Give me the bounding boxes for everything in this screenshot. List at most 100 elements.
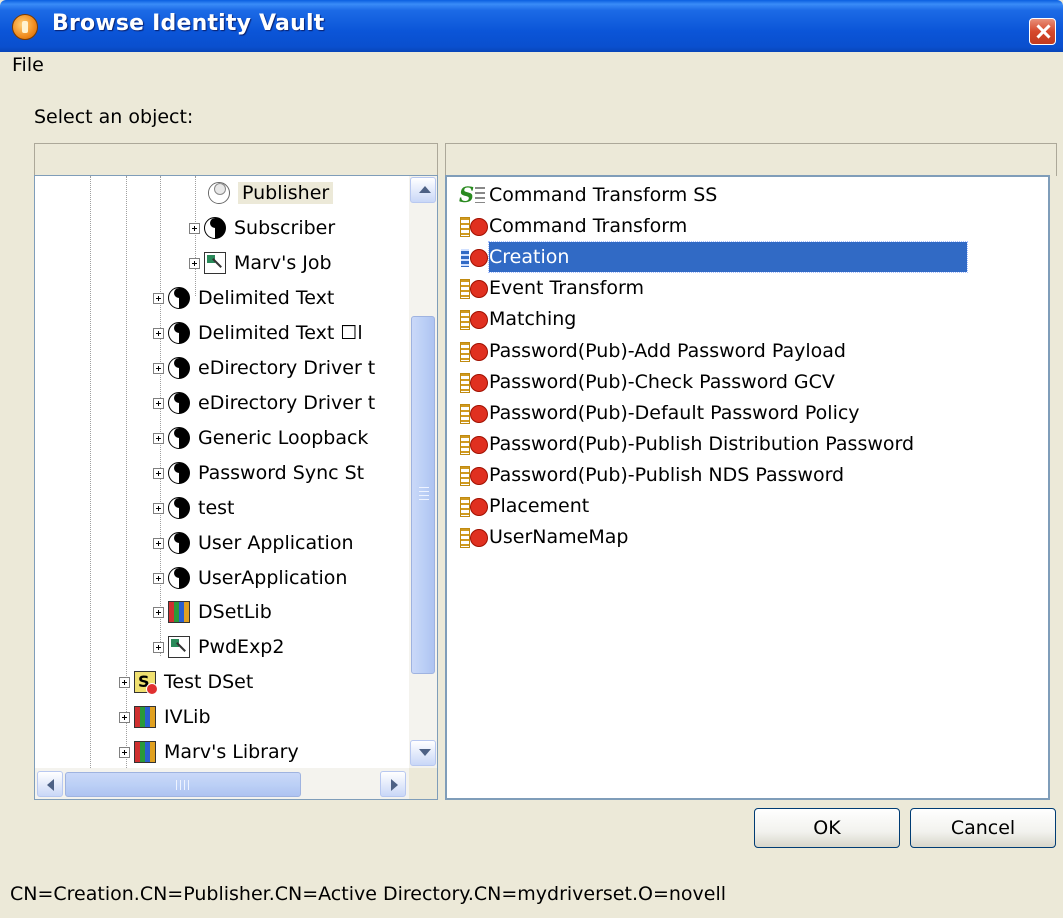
list-item-label: Password(Pub)-Publish Distribution Passw… [489,433,915,455]
expand-icon[interactable] [153,537,164,549]
tree-item-label: Delimited Text ☐l [198,322,363,344]
expand-icon[interactable] [119,676,130,688]
list-item-label: UserNameMap [489,526,629,548]
expand-icon[interactable] [153,467,164,479]
list-item-password-check-gcv[interactable]: Password(Pub)-Check Password GCV [459,367,839,397]
menu-bar: File [0,52,1063,80]
list-item-usernamemap[interactable]: UserNameMap [459,522,632,552]
expand-icon[interactable] [153,362,164,374]
tree-item-test-dset[interactable]: Test DSet [119,666,253,698]
list-item-matching[interactable]: Matching [459,304,580,334]
tree-item-delimited-text[interactable]: Delimited Text [153,282,334,314]
scroll-down-button[interactable] [410,740,436,766]
job-icon [204,252,226,274]
tree-item-marvs-library[interactable]: Marv's Library [119,736,299,768]
tree-view: Publisher Subscriber Marv's Job Delimite… [35,176,409,768]
list-item-event-transform[interactable]: Event Transform [459,273,648,303]
tree-item-label: Marv's Job [234,252,332,274]
expand-icon[interactable] [153,292,164,304]
app-icon [12,14,38,40]
list-item-label: Password(Pub)-Default Password Policy [489,402,860,424]
expand-icon[interactable] [153,606,164,618]
tree-item-generic-loopback[interactable]: Generic Loopback [153,422,368,454]
tree-item-ivlib[interactable]: IVLib [119,701,211,733]
list-item-label: Command Transform [489,215,688,237]
list-item-placement[interactable]: Placement [459,491,593,521]
tree-item-label: Password Sync St [198,462,365,484]
tree-item-label: Test DSet [164,671,254,693]
tree-item-dsetlib[interactable]: DSetLib [153,596,272,628]
library-icon [134,706,156,728]
close-button[interactable] [1029,18,1056,45]
policy-icon [459,526,488,548]
list-item-label: Password(Pub)-Add Password Payload [489,340,846,362]
job-icon [168,636,190,658]
policy-icon [459,371,488,393]
list-item-label: Placement [489,495,590,517]
list-item-creation[interactable]: Creation [459,241,968,273]
tree-item-publisher[interactable]: Publisher [193,177,334,209]
list-item-label: Creation [488,241,968,273]
tree-item-test[interactable]: test [153,492,235,524]
expand-icon[interactable] [153,572,164,584]
list-item-label: Password(Pub)-Publish NDS Password [489,464,845,486]
browse-identity-vault-dialog: Browse Identity Vault File Select an obj… [0,0,1063,918]
expand-icon[interactable] [119,711,130,723]
list-item-password-publish-nds[interactable]: Password(Pub)-Publish NDS Password [459,460,848,490]
yin-yang-icon [168,392,190,414]
expand-icon[interactable] [153,327,164,339]
policy-icon [459,464,488,486]
expand-icon[interactable] [189,222,200,234]
list-item-password-publish-distribution[interactable]: Password(Pub)-Publish Distribution Passw… [459,429,918,459]
list-item-command-transform[interactable]: Command Transform [459,211,691,241]
menu-file[interactable]: File [12,54,44,76]
scroll-left-button[interactable] [37,771,63,797]
select-object-label: Select an object: [34,106,194,128]
expand-icon[interactable] [153,397,164,409]
list-item-password-add-payload[interactable]: Password(Pub)-Add Password Payload [459,336,850,366]
list-item-command-transform-ss[interactable]: Command Transform SS [459,180,721,210]
policy-icon [459,246,488,268]
list-header [445,143,1057,176]
tree-item-label: IVLib [164,706,211,728]
cancel-button[interactable]: Cancel [910,808,1056,848]
yin-yang-icon [204,217,226,239]
tree-item-edirectory-driver-2[interactable]: eDirectory Driver t [153,387,375,419]
yin-yang-icon [168,287,190,309]
yin-yang-icon [168,322,190,344]
tree-item-label: PwdExp2 [198,636,285,658]
driver-set-icon [134,671,158,695]
list-item-label: Event Transform [489,277,644,299]
title-bar[interactable]: Browse Identity Vault [0,0,1063,52]
expand-icon[interactable] [153,502,164,514]
library-icon [168,601,190,623]
tree-item-subscriber[interactable]: Subscriber [189,212,335,244]
tree-item-edirectory-driver-1[interactable]: eDirectory Driver t [153,352,375,384]
tree-item-label: User Application [198,532,354,554]
tree-item-label: DSetLib [198,601,272,623]
list-item-password-default-policy[interactable]: Password(Pub)-Default Password Policy [459,398,864,428]
tree-item-user-application[interactable]: User Application [153,527,354,559]
policy-icon [459,215,488,237]
scroll-right-button[interactable] [380,771,406,797]
tree-item-password-sync[interactable]: Password Sync St [153,457,364,489]
horizontal-scroll-thumb[interactable] [65,772,301,797]
tree-item-pwdexp2[interactable]: PwdExp2 [153,631,284,663]
tree-item-marvs-job[interactable]: Marv's Job [189,247,332,279]
expand-icon[interactable] [189,257,200,269]
status-bar: CN=Creation.CN=Publisher.CN=Active Direc… [0,866,1063,918]
yin-yang-icon [168,532,190,554]
ok-button[interactable]: OK [754,808,900,848]
tree-header [34,143,438,176]
yin-yang-icon [168,462,190,484]
expand-icon[interactable] [153,432,164,444]
expand-icon[interactable] [153,641,164,653]
scroll-up-button[interactable] [410,177,436,203]
tree-item-delimited-text-2[interactable]: Delimited Text ☐l [153,317,363,349]
tree-vertical-scrollbar[interactable] [409,176,437,768]
tree-horizontal-scrollbar[interactable] [35,768,409,799]
vertical-scroll-thumb[interactable] [411,316,435,674]
list-item-label: Matching [489,308,577,330]
tree-item-userapplication[interactable]: UserApplication [153,562,347,594]
expand-icon[interactable] [119,746,130,758]
